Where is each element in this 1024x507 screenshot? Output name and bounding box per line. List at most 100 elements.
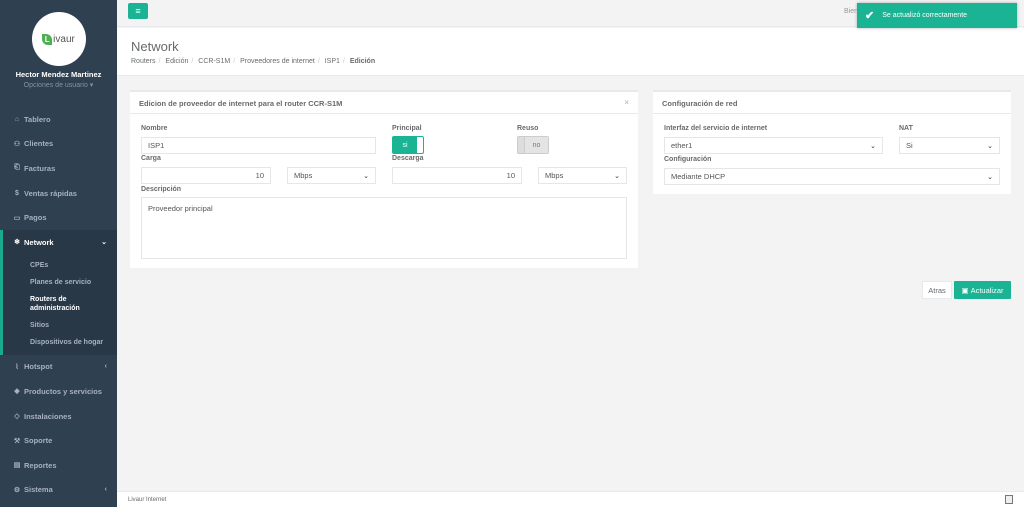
sidebar-item-reportes[interactable]: ▤ Reportes (0, 453, 117, 478)
sidebar-item-instalaciones[interactable]: ◇ Instalaciones (0, 404, 117, 429)
sidebar-item-network[interactable]: ❄ Network ⌄ (0, 229, 117, 255)
sidebar-nav: ⌂ Tablero ⚇ Clientes ⎗ Facturas $ Ventas… (0, 107, 117, 502)
sidebar-item-label: Network (24, 237, 54, 247)
sidebar-item-tablero[interactable]: ⌂ Tablero (0, 107, 117, 132)
sidebar-subitem-planes[interactable]: Planes de servicio (3, 274, 117, 291)
reuso-toggle[interactable]: no (517, 136, 549, 154)
sidebar-subitem-routers[interactable]: Routers de administración (3, 291, 117, 317)
wrench-icon: ⚒ (13, 437, 21, 445)
breadcrumb: Routers / Edición / CCR-S1M / Proveedores d… (131, 58, 376, 65)
sidebar-item-facturas[interactable]: ⎗ Facturas (0, 156, 117, 181)
chevron-down-icon: ⌄ (987, 142, 993, 150)
principal-label: Principal (392, 125, 422, 132)
network-submenu: CPEs Planes de servicio Routers de admin… (0, 254, 117, 355)
user-options-dropdown[interactable]: Opciones de usuario ▾ (0, 81, 117, 89)
sidebar-item-pagos[interactable]: ▭ Pagos (0, 205, 117, 230)
chevron-left-icon: ‹ (104, 486, 107, 494)
descripcion-label: Descripción (141, 186, 182, 193)
document-icon (1005, 495, 1013, 504)
carga-unit-select[interactable]: Mbps ⌄ (287, 167, 376, 184)
breadcrumb-router[interactable]: CCR-S1M (198, 58, 230, 65)
footer: Livaur Internet (117, 491, 1024, 507)
sidebar-item-productos[interactable]: ◆ Productos y servicios (0, 379, 117, 404)
home-icon: ⌂ (14, 115, 20, 123)
breadcrumb-isp[interactable]: ISP1 (325, 58, 340, 65)
file-icon: ⎗ (14, 164, 20, 172)
sidebar-item-label: Productos y servicios (24, 386, 102, 396)
interfaz-label: Interfaz del servicio de internet (664, 125, 768, 132)
nombre-label: Nombre (141, 125, 168, 132)
reuso-label: Reuso (517, 125, 539, 132)
leaf-icon: L (42, 33, 53, 45)
chevron-down-icon: ⌄ (870, 142, 876, 150)
configuracion-select[interactable]: Mediante DHCP ⌄ (664, 168, 1000, 185)
chevron-down-icon: ⌄ (101, 239, 107, 247)
sidebar-item-label: Pagos (24, 213, 47, 223)
nombre-input[interactable]: ISP1 (141, 137, 376, 154)
descripcion-textarea[interactable]: Proveedor principal (141, 197, 627, 259)
back-button[interactable]: Atras (922, 281, 952, 299)
menu-toggle-button[interactable]: ≡ (128, 3, 148, 19)
network-icon: ❄ (14, 239, 20, 247)
panel-title: Edicion de proveedor de internet para el… (130, 92, 638, 114)
sidebar-item-soporte[interactable]: ⚒ Soporte (0, 428, 117, 453)
user-name: Hector Mendez Martinez (15, 70, 102, 79)
breadcrumb-proveedores[interactable]: Proveedores de internet (240, 58, 315, 65)
toggle-on-label: si (393, 137, 417, 153)
report-icon: ▤ (13, 462, 21, 470)
update-button[interactable]: ▣ Actualizar (954, 281, 1011, 299)
sidebar-item-label: Clientes (24, 139, 54, 149)
configuracion-value: Mediante DHCP (671, 172, 726, 181)
principal-toggle[interactable]: si (392, 136, 424, 154)
hamburger-icon: ≡ (135, 6, 141, 16)
chevron-down-icon: ⌄ (614, 172, 620, 180)
sidebar-item-clientes[interactable]: ⚇ Clientes (0, 132, 117, 157)
sidebar-subitem-cpes[interactable]: CPEs (3, 257, 117, 274)
close-icon[interactable]: × (624, 98, 629, 107)
form-title: Edicion de proveedor de internet para el… (139, 99, 343, 108)
interfaz-select[interactable]: ether1 ⌄ (664, 137, 883, 154)
update-button-label: Actualizar (970, 285, 1004, 295)
users-icon: ⚇ (13, 140, 21, 148)
nat-select[interactable]: Si ⌄ (899, 137, 1000, 154)
welcome-text: Bien (844, 8, 859, 15)
tag-icon: ◆ (14, 388, 20, 396)
page-title: Network (131, 39, 179, 54)
sidebar-item-ventas-rapidas[interactable]: $ Ventas rápidas (0, 181, 117, 206)
breadcrumb-current: Edición (349, 58, 376, 65)
footer-text: Livaur Internet (128, 497, 167, 503)
network-config-panel: Configuración de red Interfaz del servic… (653, 90, 1011, 194)
money-icon: ▭ (13, 214, 21, 222)
sidebar-item-sistema[interactable]: ⚙ Sistema ‹ (0, 478, 117, 503)
chevron-left-icon: ‹ (104, 363, 107, 371)
descarga-input[interactable]: 10 (392, 167, 522, 184)
success-toast[interactable]: ✔ Se actualizó correctamente (857, 3, 1017, 28)
nat-label: NAT (899, 125, 913, 132)
page-heading: Network Routers / Edición / CCR-S1M / Prove… (117, 28, 1024, 76)
puzzle-icon: ◇ (14, 413, 20, 421)
toggle-off-label: no (524, 137, 548, 153)
wifi-icon: ⌇ (15, 363, 19, 371)
profile: L ivaur Hector Mendez Martinez Opciones … (0, 0, 117, 100)
sidebar-item-hotspot[interactable]: ⌇ Hotspot ‹ (0, 355, 117, 380)
sidebar-item-label: Hotspot (24, 362, 53, 372)
configuracion-label: Configuración (664, 156, 712, 163)
sidebar-subitem-sitios[interactable]: Sitios (3, 317, 117, 334)
carga-input[interactable]: 10 (141, 167, 271, 184)
sidebar: L ivaur Hector Mendez Martinez Opciones … (0, 0, 117, 507)
interfaz-value: ether1 (671, 141, 693, 150)
sidebar-item-label: Reportes (24, 460, 57, 470)
nat-value: Si (906, 141, 913, 150)
check-icon: ✔ (865, 10, 875, 22)
descarga-unit-value: Mbps (545, 171, 564, 180)
descarga-unit-select[interactable]: Mbps ⌄ (538, 167, 627, 184)
carga-unit-value: Mbps (294, 171, 313, 180)
panel-title: Configuración de red (653, 92, 1011, 114)
chevron-down-icon: ⌄ (363, 172, 369, 180)
provider-form-panel: Edicion de proveedor de internet para el… (130, 90, 638, 268)
sidebar-subitem-dispositivos[interactable]: Dispositivos de hogar (3, 334, 117, 351)
sidebar-item-label: Facturas (24, 163, 56, 173)
breadcrumb-routers[interactable]: Routers (131, 58, 156, 65)
breadcrumb-edicion[interactable]: Edición (165, 58, 188, 65)
dollar-icon: $ (15, 189, 19, 197)
